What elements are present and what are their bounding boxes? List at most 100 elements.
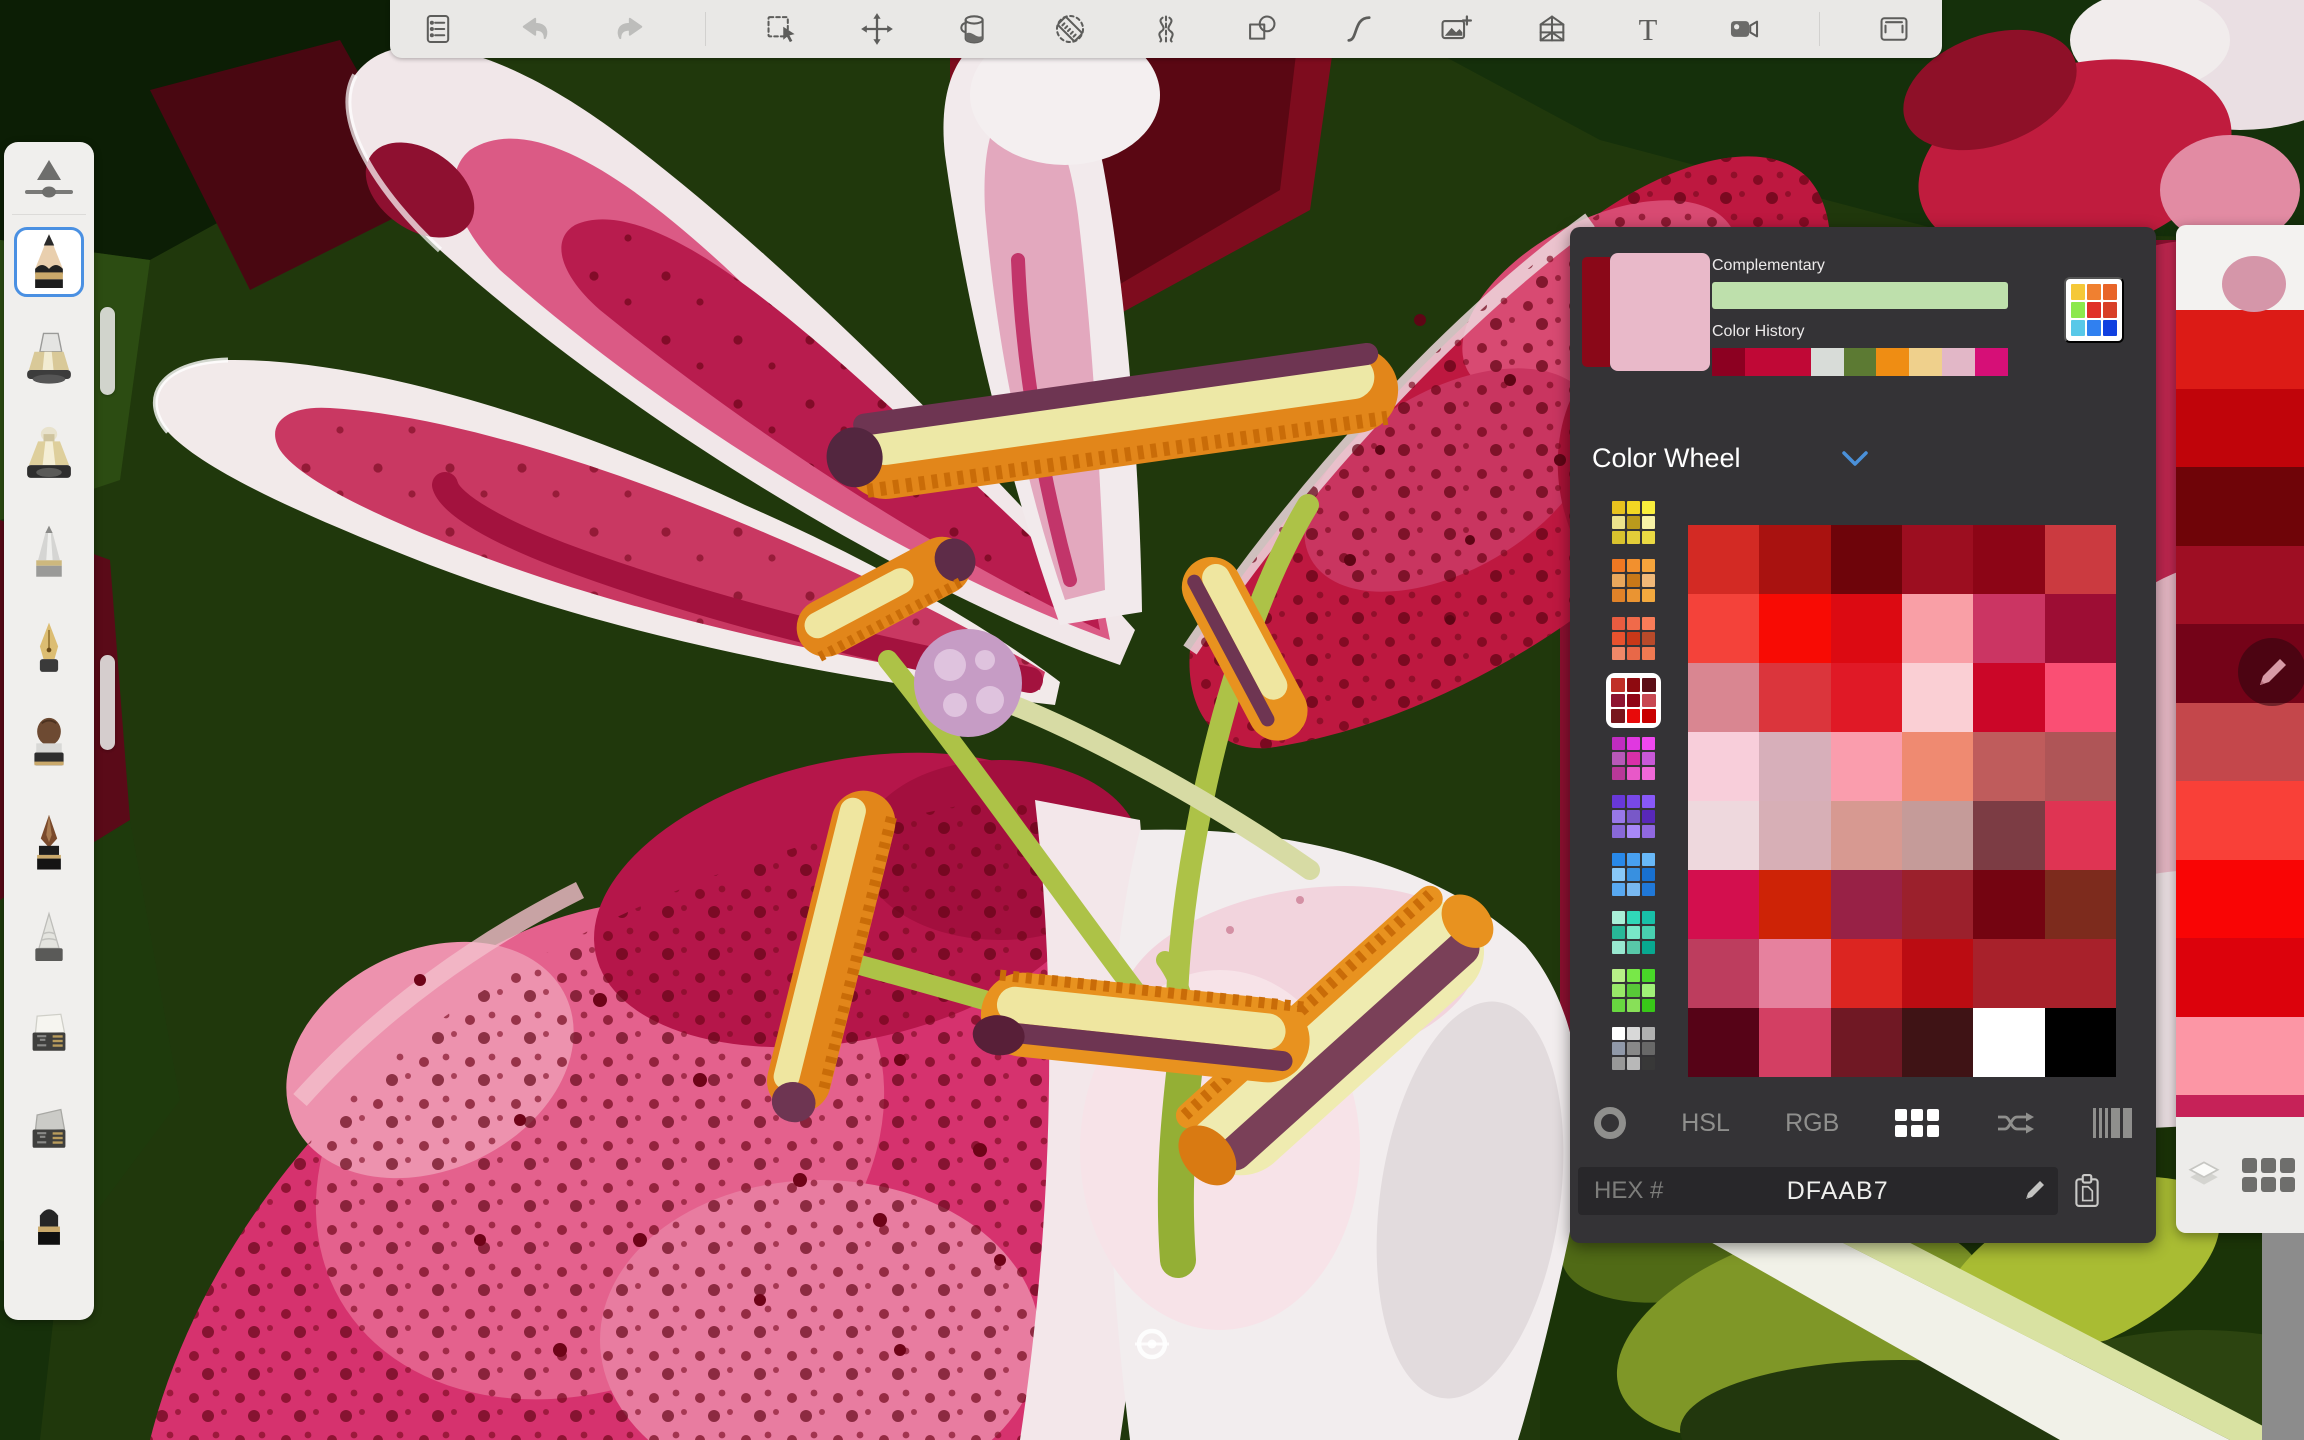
color-swatch[interactable]	[1876, 348, 1910, 376]
color-swatch[interactable]	[2176, 388, 2304, 467]
color-swatch[interactable]	[1611, 709, 1625, 723]
palette-orange[interactable]	[1610, 557, 1657, 604]
color-swatch[interactable]	[1759, 732, 1831, 801]
color-swatch[interactable]	[1688, 801, 1760, 870]
color-swatch[interactable]	[1612, 999, 1625, 1012]
color-swatch[interactable]	[1642, 574, 1655, 587]
copic-current-color[interactable]	[2222, 256, 2286, 312]
color-swatch[interactable]	[1973, 663, 2045, 732]
color-swatch[interactable]	[1642, 795, 1655, 808]
panel-drag-handle[interactable]	[100, 307, 115, 395]
color-swatch[interactable]	[1642, 559, 1655, 572]
color-swatch[interactable]	[1627, 999, 1640, 1012]
hsl-mode-button[interactable]: HSL	[1675, 1105, 1736, 1142]
color-swatch[interactable]	[1973, 1008, 2045, 1077]
color-swatch[interactable]	[2071, 302, 2085, 318]
color-swatch[interactable]	[2176, 938, 2304, 1017]
shapes-button[interactable]	[1240, 7, 1284, 51]
text-button[interactable]: T	[1626, 7, 1670, 51]
color-swatch[interactable]	[1612, 911, 1625, 924]
color-swatch[interactable]	[1830, 1008, 1902, 1077]
color-swatch[interactable]	[1627, 883, 1640, 896]
color-swatch[interactable]	[1688, 663, 1760, 732]
color-swatch[interactable]	[1642, 999, 1655, 1012]
color-swatch[interactable]	[1688, 732, 1760, 801]
color-swatch[interactable]	[1612, 531, 1625, 544]
color-swatch[interactable]	[1612, 969, 1625, 982]
color-swatch[interactable]	[1627, 825, 1640, 838]
color-swatch[interactable]	[1627, 647, 1640, 660]
current-color-secondary[interactable]	[1610, 253, 1710, 371]
tool-ink-nib[interactable]	[14, 615, 84, 685]
color-swatch[interactable]	[1612, 883, 1625, 896]
palette-dark-red[interactable]	[1606, 673, 1661, 728]
color-swatch[interactable]	[2044, 801, 2116, 870]
color-swatch[interactable]	[1973, 525, 2045, 594]
color-swatch[interactable]	[1902, 732, 1974, 801]
rgb-mode-button[interactable]: RGB	[1779, 1105, 1845, 1142]
color-swatch[interactable]	[1902, 1008, 1974, 1077]
tool-eraser-soft[interactable]	[14, 1100, 84, 1170]
copic-accent-strip[interactable]	[2176, 1095, 2304, 1117]
color-swatch[interactable]	[1612, 559, 1625, 572]
undo-button[interactable]	[512, 7, 556, 51]
color-swatch[interactable]	[1627, 853, 1640, 866]
color-swatch[interactable]	[1642, 501, 1655, 514]
tool-dark-marker[interactable]	[14, 1197, 84, 1267]
palette-red-orange[interactable]	[1610, 615, 1657, 662]
chevron-down-icon[interactable]	[1838, 445, 1872, 475]
color-swatch[interactable]	[1627, 1027, 1640, 1040]
color-swatch[interactable]	[1627, 617, 1640, 630]
color-swatch[interactable]	[1830, 663, 1902, 732]
tool-ballpoint-pen[interactable]	[14, 518, 84, 588]
color-swatch[interactable]	[2044, 1008, 2116, 1077]
color-swatch[interactable]	[1627, 868, 1640, 881]
color-swatch[interactable]	[1642, 969, 1655, 982]
color-swatch[interactable]	[1777, 348, 1811, 376]
color-swatch[interactable]	[1612, 984, 1625, 997]
color-swatch[interactable]	[1627, 531, 1640, 544]
color-swatch[interactable]	[1612, 617, 1625, 630]
color-swatch[interactable]	[1612, 589, 1625, 602]
palette-teal[interactable]	[1610, 909, 1657, 956]
color-swatch[interactable]	[1612, 1057, 1625, 1070]
color-swatch[interactable]	[1942, 348, 1976, 376]
tool-round-brush[interactable]	[14, 712, 84, 782]
color-swatch[interactable]	[1843, 348, 1877, 376]
color-swatch[interactable]	[1642, 1027, 1655, 1040]
color-swatch[interactable]	[1627, 559, 1640, 572]
palette-blue[interactable]	[1610, 851, 1657, 898]
color-swatch[interactable]	[1902, 663, 1974, 732]
color-swatch[interactable]	[1642, 632, 1655, 645]
color-swatch[interactable]	[1642, 531, 1655, 544]
tool-airbrush[interactable]	[14, 324, 84, 394]
color-swatch[interactable]	[1627, 969, 1640, 982]
color-swatch[interactable]	[1830, 525, 1902, 594]
color-swatch[interactable]	[1612, 737, 1625, 750]
color-swatch[interactable]	[1612, 1027, 1625, 1040]
color-swatch[interactable]	[2103, 284, 2117, 300]
redo-button[interactable]	[609, 7, 653, 51]
tool-eraser-hard[interactable]	[14, 1003, 84, 1073]
color-swatch[interactable]	[1612, 632, 1625, 645]
palette-green[interactable]	[1610, 967, 1657, 1014]
color-swatch[interactable]	[1627, 767, 1640, 780]
copy-hex-button[interactable]	[2070, 1171, 2104, 1214]
color-swatch[interactable]	[1642, 678, 1656, 692]
color-swatch[interactable]	[1612, 795, 1625, 808]
color-swatch[interactable]	[1642, 617, 1655, 630]
color-swatch[interactable]	[1627, 1057, 1640, 1070]
color-swatch[interactable]	[1642, 589, 1655, 602]
color-swatch[interactable]	[1627, 501, 1640, 514]
color-swatch[interactable]	[1744, 348, 1778, 376]
color-swatch[interactable]	[1626, 709, 1641, 723]
color-swatch[interactable]	[1611, 693, 1625, 708]
swatch-grid-mode-button[interactable]	[1889, 1105, 1945, 1141]
fill-button[interactable]	[951, 7, 995, 51]
color-swatch[interactable]	[1830, 939, 1902, 1008]
sliders-mode-button[interactable]	[2087, 1103, 2138, 1143]
color-swatch[interactable]	[1642, 883, 1655, 896]
color-swatch[interactable]	[2176, 545, 2304, 624]
perspective-button[interactable]	[1530, 7, 1574, 51]
palette-grayscale[interactable]	[1610, 1025, 1657, 1072]
